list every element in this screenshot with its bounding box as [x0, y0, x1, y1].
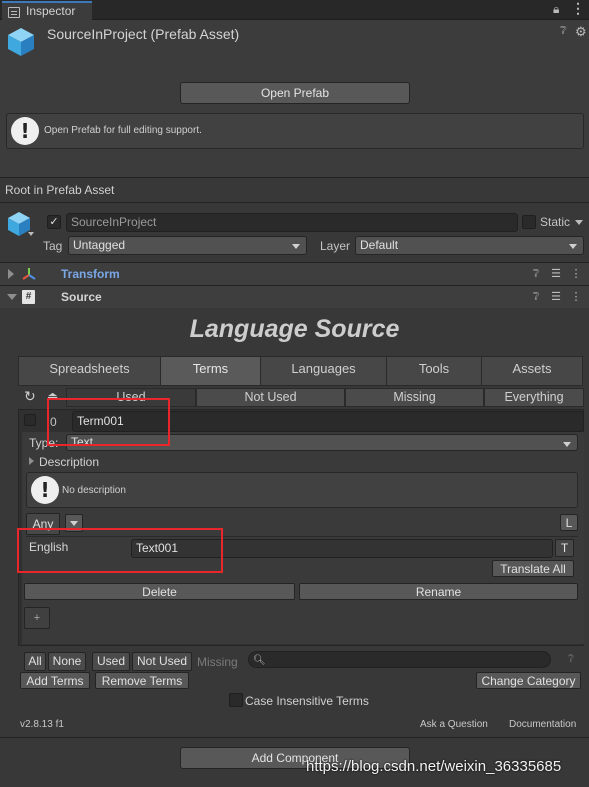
prefab-help-box: ! Open Prefab for full editing support.	[6, 113, 584, 149]
change-category-button[interactable]: Change Category	[476, 672, 581, 689]
info-exclamation-icon: !	[11, 117, 39, 145]
help-icon[interactable]: ❔︎	[526, 291, 546, 304]
context-menu-icon[interactable]: ⋮	[566, 290, 586, 303]
presets-sliders-icon[interactable]: ☰	[546, 267, 566, 280]
transform-label: Transform	[61, 267, 120, 281]
collapse-arrow-icon[interactable]	[7, 294, 17, 300]
tab-tools[interactable]: Tools	[386, 356, 482, 386]
version-label: v2.8.13 f1	[20, 719, 64, 730]
asset-title: SourceInProject (Prefab Asset)	[47, 26, 240, 42]
source-label: Source	[61, 290, 102, 304]
filter-used-toggle[interactable]: Used	[92, 652, 130, 671]
more-menu-icon[interactable]: ⋮	[571, 0, 585, 17]
language-source-title: Language Source	[189, 315, 400, 343]
source-header[interactable]: # Source ❔︎ ☰ ⋮	[0, 286, 589, 308]
case-insensitive-checkbox[interactable]	[229, 693, 243, 707]
help-text: Open Prefab for full editing support.	[44, 125, 202, 136]
divider	[0, 202, 589, 203]
watermark-text: https://blog.csdn.net/weixin_36335685	[306, 758, 562, 775]
add-terms-button[interactable]: Add Terms	[20, 672, 90, 689]
translate-all-button[interactable]: Translate All	[492, 560, 574, 577]
root-label: Root in Prefab Asset	[5, 183, 115, 197]
static-dropdown-arrow[interactable]	[575, 220, 583, 225]
help-icon[interactable]: ❔︎	[526, 268, 546, 281]
tab-assets[interactable]: Assets	[481, 356, 583, 386]
description-help-box: ! No description	[26, 472, 578, 508]
lock-icon[interactable]: 🔒︎	[553, 2, 559, 17]
tab-terms[interactable]: Terms	[160, 356, 261, 386]
filter-missing-toggle[interactable]: Missing	[197, 655, 238, 669]
active-checkbox[interactable]: ✓	[47, 215, 61, 229]
info-exclamation-icon: !	[31, 476, 59, 504]
presets-sliders-icon[interactable]: ☰	[546, 290, 566, 303]
inspector-icon	[8, 7, 20, 18]
highlight-box-term	[47, 398, 170, 446]
tag-dropdown[interactable]: Untagged	[68, 236, 307, 255]
asset-header: SourceInProject (Prefab Asset) ❔︎ ⚙	[0, 20, 589, 72]
layer-label: Layer	[320, 239, 351, 253]
gameobject-name-field[interactable]: SourceInProject	[66, 213, 518, 232]
tab-spreadsheets[interactable]: Spreadsheets	[18, 356, 161, 386]
filter-all-button[interactable]: All	[24, 652, 46, 671]
delete-button[interactable]: Delete	[24, 583, 295, 600]
divider	[0, 737, 589, 738]
chevron-down-icon	[70, 521, 78, 526]
filter-not-used[interactable]: Not Used	[196, 388, 345, 407]
transform-header[interactable]: Transform ❔︎ ☰ ⋮	[0, 263, 589, 285]
prefab-cube-icon	[8, 28, 34, 56]
documentation-link[interactable]: Documentation	[509, 719, 576, 730]
static-checkbox[interactable]	[522, 215, 536, 229]
component-actions: ❔︎ ☰ ⋮	[526, 266, 586, 281]
expand-arrow-icon[interactable]	[8, 269, 14, 279]
remove-terms-button[interactable]: Remove Terms	[95, 672, 189, 689]
open-prefab-button[interactable]: Open Prefab	[180, 82, 410, 104]
tab-languages[interactable]: Languages	[260, 356, 387, 386]
add-term-plus-button[interactable]: +	[24, 607, 50, 629]
component-actions: ❔︎ ☰ ⋮	[526, 289, 586, 304]
description-expand-icon[interactable]	[29, 457, 34, 465]
no-description-text: No description	[62, 485, 126, 496]
layer-dropdown[interactable]: Default	[355, 236, 584, 255]
settings-gear-icon[interactable]: ⚙	[575, 24, 587, 40]
search-input[interactable]: 🔍︎	[248, 651, 551, 668]
rename-button[interactable]: Rename	[299, 583, 578, 600]
transform-axes-icon	[22, 268, 36, 280]
filter-everything[interactable]: Everything	[484, 388, 584, 407]
ask-question-link[interactable]: Ask a Question	[420, 719, 488, 730]
case-insensitive-label[interactable]: Case Insensitive Terms	[245, 694, 369, 708]
term-select-checkbox[interactable]	[24, 414, 36, 426]
inspector-tab[interactable]: Inspector	[2, 1, 92, 20]
help-icon[interactable]: ❔︎	[560, 25, 567, 38]
refresh-icon[interactable]: ↻	[24, 388, 36, 405]
icon-dropdown-arrow[interactable]	[28, 232, 34, 236]
inspector-tab-label: Inspector	[26, 4, 76, 18]
divider	[0, 177, 589, 178]
highlight-box-translation	[17, 528, 223, 573]
script-hash-icon: #	[22, 290, 35, 304]
l-button[interactable]: L	[560, 514, 578, 531]
static-label[interactable]: Static	[540, 215, 570, 229]
description-label[interactable]: Description	[39, 455, 99, 469]
inspector-tabbar: Inspector 🔒︎ ⋮	[0, 0, 589, 20]
t-button[interactable]: T	[555, 539, 574, 557]
filter-none-button[interactable]: None	[48, 652, 86, 671]
help-icon[interactable]: ❔︎	[568, 654, 574, 665]
context-menu-icon[interactable]: ⋮	[566, 267, 586, 280]
search-icon: 🔍︎	[253, 655, 266, 666]
filter-not-used-toggle[interactable]: Not Used	[132, 652, 192, 671]
filter-missing[interactable]: Missing	[345, 388, 484, 407]
tag-label: Tag	[43, 239, 63, 253]
